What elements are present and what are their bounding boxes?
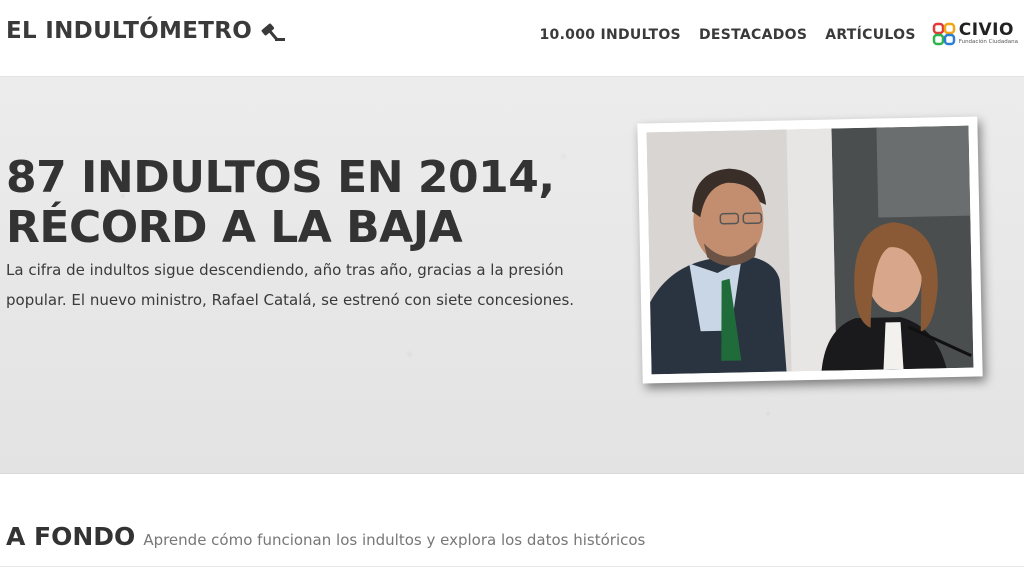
hero-summary: La cifra de indultos sigue descendiendo,… — [6, 261, 575, 309]
civio-logo[interactable]: CIVIO Fundación Ciudadana — [932, 22, 1018, 46]
civio-name: CIVIO — [958, 20, 1014, 41]
hero-headline[interactable]: 87 INDULTOS EN 2014, RÉCORD A LA BAJA — [6, 153, 626, 253]
nav-item-articulos[interactable]: ARTÍCULOS — [825, 27, 916, 43]
site-header: EL INDULTÓMETRO 10.000 INDULTOS DESTACAD… — [0, 0, 1024, 77]
press-conference-photo — [646, 125, 974, 375]
site-logo[interactable]: EL INDULTÓMETRO — [6, 18, 286, 44]
nav-item-destacados[interactable]: DESTACADOS — [699, 27, 807, 43]
hero-photo — [637, 116, 983, 384]
nav-item-10000-indultos[interactable]: 10.000 INDULTOS — [539, 27, 680, 43]
headline-line-1[interactable]: 87 INDULTOS EN 2014, — [6, 152, 555, 203]
section-divider — [0, 566, 1024, 567]
section-title: A FONDO — [6, 522, 136, 551]
hero-banner: 87 INDULTOS EN 2014, RÉCORD A LA BAJA La… — [0, 77, 1024, 474]
site-title[interactable]: EL INDULTÓMETRO — [6, 18, 252, 44]
civio-subtitle: Fundación Ciudadana — [958, 39, 1018, 46]
section-header: A FONDO Aprende cómo funcionan los indul… — [6, 522, 645, 551]
headline-line-2[interactable]: RÉCORD A LA BAJA — [6, 202, 463, 253]
civio-mark-icon — [932, 22, 955, 46]
main-nav: 10.000 INDULTOS DESTACADOS ARTÍCULOS CIV… — [539, 22, 1024, 46]
gavel-icon — [261, 23, 286, 42]
section-subtitle: Aprende cómo funcionan los indultos y ex… — [143, 531, 646, 549]
